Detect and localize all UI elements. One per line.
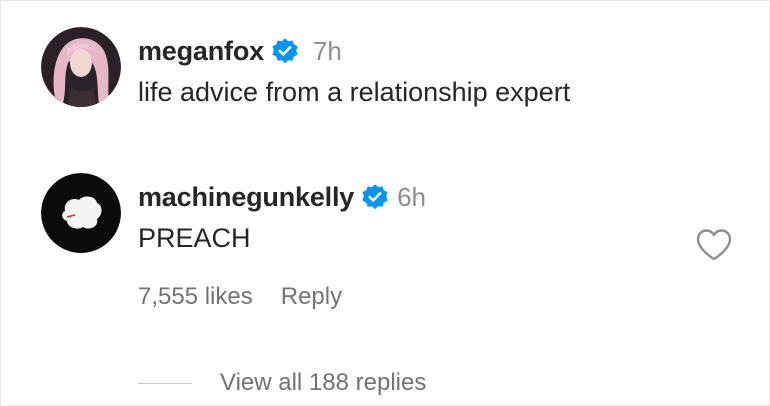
username[interactable]: meganfox [138,36,264,67]
comment-content: machinegunkelly 6h PREACH [138,179,678,255]
comments-panel: meganfox 7h life advice from a relations… [0,0,770,406]
view-replies-button[interactable]: View all 188 replies [220,369,426,397]
comment-item: meganfox 7h life advice from a relations… [1,27,770,127]
view-replies-row: View all 188 replies [138,369,426,397]
username[interactable]: machinegunkelly [138,182,354,213]
replies-divider [138,382,192,384]
avatar[interactable] [41,27,121,107]
comment-item: machinegunkelly 6h PREACH 7,555 likes Re… [1,173,770,313]
like-count[interactable]: 7,555 likes [138,283,253,311]
comment-header: meganfox 7h [138,33,678,69]
comment-actions: 7,555 likes Reply [138,283,342,311]
timestamp: 7h [312,35,342,66]
avatar[interactable] [41,173,121,253]
reply-button[interactable]: Reply [281,283,342,311]
comment-text: PREACH [138,223,251,253]
comment-header: machinegunkelly 6h [138,179,678,215]
timestamp: 6h [397,181,426,212]
comment-text: life advice from a relationship expert [138,77,571,107]
heart-outline-icon[interactable] [695,228,733,262]
comment-content: meganfox 7h life advice from a relations… [138,33,678,109]
verified-badge-icon [271,37,299,65]
verified-badge-icon [361,183,389,211]
